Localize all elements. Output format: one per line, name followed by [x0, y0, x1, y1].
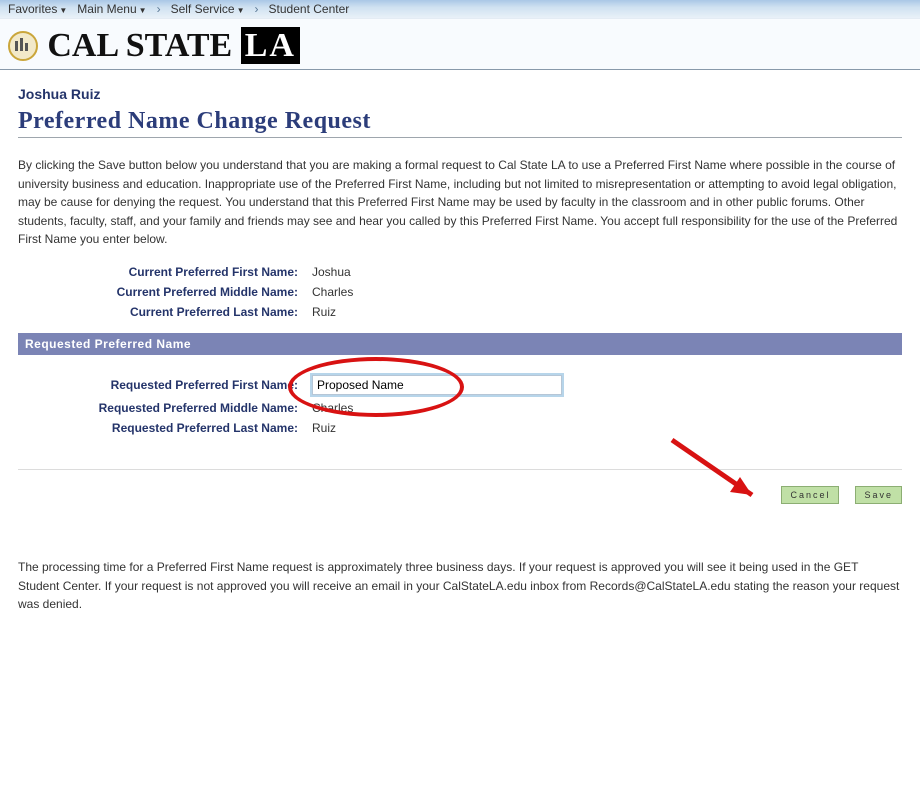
current-first-value: Joshua: [312, 265, 351, 279]
disclaimer-text: By clicking the Save button below you un…: [18, 156, 902, 249]
requested-last-value: Ruiz: [312, 421, 336, 435]
current-name-block: Current Preferred First Name: Joshua Cur…: [18, 265, 902, 319]
requested-middle-label: Requested Preferred Middle Name:: [18, 401, 312, 415]
current-middle-value: Charles: [312, 285, 353, 299]
chevron-right-icon: ›: [157, 2, 161, 16]
main-content: Joshua Ruiz Preferred Name Change Reques…: [0, 70, 920, 654]
requested-first-input[interactable]: [312, 375, 562, 395]
footer-text: The processing time for a Preferred Firs…: [18, 558, 902, 614]
brand-name: CAL STATE LA: [47, 27, 300, 65]
save-button[interactable]: Save: [855, 486, 902, 504]
current-last-value: Ruiz: [312, 305, 336, 319]
chevron-down-icon: ▼: [139, 6, 147, 15]
requested-last-label: Requested Preferred Last Name:: [18, 421, 312, 435]
chevron-right-icon: ›: [255, 2, 259, 16]
current-last-label: Current Preferred Last Name:: [18, 305, 312, 319]
page-title: Preferred Name Change Request: [18, 108, 902, 138]
current-first-label: Current Preferred First Name:: [18, 265, 312, 279]
current-middle-label: Current Preferred Middle Name:: [18, 285, 312, 299]
nav-student-center[interactable]: Student Center: [269, 2, 350, 16]
chevron-down-icon: ▼: [237, 6, 245, 15]
requested-name-block: Requested Preferred First Name: Requeste…: [18, 375, 902, 435]
section-requested-name: Requested Preferred Name: [18, 333, 902, 355]
nav-favorites[interactable]: Favorites▼: [8, 2, 67, 16]
chevron-down-icon: ▼: [59, 6, 67, 15]
nav-self-service[interactable]: Self Service▼: [171, 2, 245, 16]
requested-middle-value: Charles: [312, 401, 353, 415]
requested-first-label: Requested Preferred First Name:: [18, 378, 312, 392]
top-nav-bar: Favorites▼ Main Menu▼ › Self Service▼ › …: [0, 0, 920, 19]
brand-logo-icon: [8, 31, 38, 61]
annotation-arrow: [662, 430, 782, 515]
button-row: Cancel Save: [18, 469, 902, 504]
nav-main-menu[interactable]: Main Menu▼: [77, 2, 146, 16]
brand-header: CAL STATE LA: [0, 19, 920, 70]
cancel-button[interactable]: Cancel: [781, 486, 839, 504]
student-name: Joshua Ruiz: [18, 86, 902, 102]
